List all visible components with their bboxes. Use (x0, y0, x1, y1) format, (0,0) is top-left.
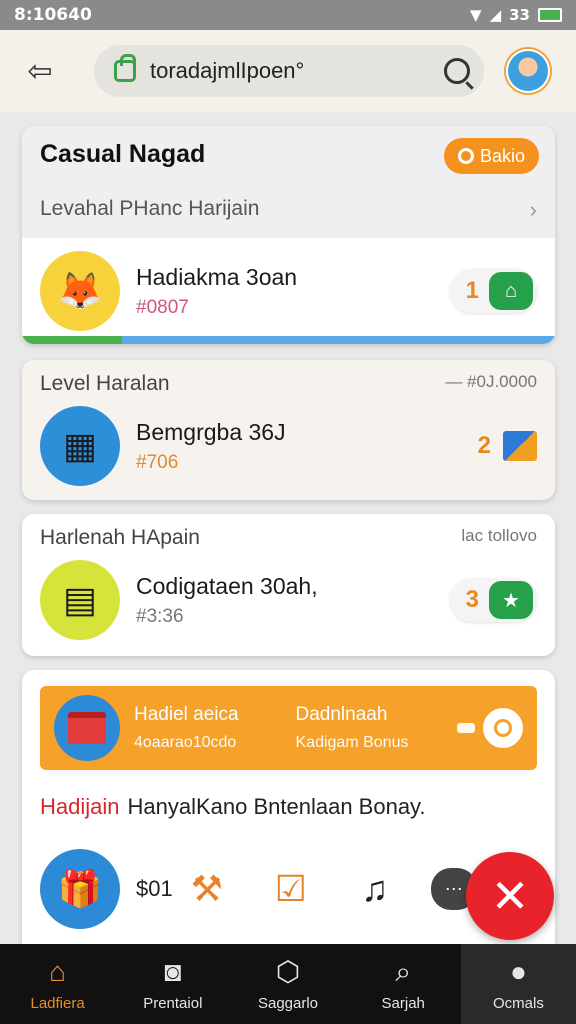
browser-toolbar: ⇦ toradajmlIpoen° (0, 30, 576, 112)
star-icon: ★ (489, 581, 533, 619)
status-time: 8:10640 (14, 5, 92, 25)
gift-box-icon[interactable]: 🎁 (40, 849, 120, 929)
close-icon: ✕ (490, 870, 530, 922)
item-subtitle: #706 (136, 451, 179, 473)
back-arrow-icon: ⇦ (27, 54, 53, 88)
item-title: Bemgrgba 36J (136, 418, 286, 445)
banner-left-title: Hadiel aeica (134, 704, 239, 725)
price-label: $01 (136, 876, 173, 901)
nav-item-search[interactable]: ⌕ Sarjah (346, 944, 461, 1024)
count-badge[interactable]: 2 (478, 431, 537, 461)
banner-left-sub: 4oaarao10cdo (134, 734, 237, 751)
nav-item-camera[interactable]: ◙ Prentaiol (115, 944, 230, 1024)
back-button[interactable]: ⇦ (18, 49, 62, 93)
nav-label: Prentaiol (143, 994, 203, 1012)
progress-strip (22, 336, 555, 344)
battery-level: 33 (509, 6, 530, 24)
box-icon: ▦ (40, 406, 120, 486)
bakio-label: Bakio (479, 145, 525, 166)
url-bar[interactable]: toradajmlIpoen° (94, 45, 484, 97)
wifi-icon: ▼ (470, 6, 482, 24)
nav-label: Saggarlo (257, 994, 319, 1012)
count-value: 2 (477, 432, 491, 459)
promo-highlight: Hadijain (40, 794, 120, 819)
bonus-banner[interactable]: Hadiel aeica 4oaarao10cdo Dadnlnaah Kadi… (40, 686, 537, 770)
level-card: Level Haralan — #0J.0000 ▦ Bemgrgba 36J … (22, 360, 555, 500)
promo-body: HanyalKano Bntenlaan Bonay. (127, 794, 426, 819)
harlenah-card: Harlenah HApain lac tollovo ▤ Codigataen… (22, 514, 555, 656)
search-icon: ⌕ (395, 955, 412, 987)
level-link[interactable]: Levahal PHanc Harijain › (40, 197, 537, 223)
level-link-label: Levahal PHanc Harijain (40, 197, 260, 220)
search-icon[interactable] (444, 58, 470, 84)
ticket-icon (457, 723, 475, 733)
fox-icon: 🦊 (40, 251, 120, 331)
nav-label: Ladfiera (30, 994, 85, 1012)
banner-right-sub: Kadigam Bonus (295, 734, 409, 751)
music-icon[interactable]: ♫ (347, 861, 403, 917)
list-item[interactable]: 🦊 Hadiakma 3oan #0807 1 ⌂ (22, 238, 555, 344)
count-badge[interactable]: 3 ★ (449, 578, 537, 622)
close-button[interactable]: ✕ (466, 852, 554, 940)
camera-icon: ◙ (164, 955, 182, 987)
section-title: Level Haralan (40, 372, 170, 395)
check-box-icon[interactable]: ☑ (263, 861, 319, 917)
item-subtitle: #3:36 (136, 605, 184, 627)
item-subtitle: #0807 (136, 296, 189, 318)
nav-item-tag[interactable]: ⬡ Saggarlo (230, 944, 345, 1024)
avatar[interactable] (506, 49, 550, 93)
battery-icon (538, 8, 562, 22)
chevron-right-icon: › (529, 197, 537, 222)
section-meta: — #0J.0000 (445, 372, 537, 391)
count-badge[interactable]: 1 ⌂ (449, 269, 537, 313)
count-value: 3 (465, 586, 479, 613)
casual-card: Casual Nagad Bakio Levahal PHanc Harijai… (22, 126, 555, 344)
lock-icon (114, 54, 136, 82)
section-title: Harlenah HApain (40, 526, 200, 549)
calendar-icon: ▤ (40, 560, 120, 640)
item-title: Codigataen 30ah, (136, 572, 318, 599)
refresh-icon (457, 148, 474, 164)
count-value: 1 (465, 277, 479, 304)
bottom-nav: ⌂ Ladfiera ◙ Prentaiol ⬡ Saggarlo ⌕ Sarj… (0, 944, 576, 1024)
lock-icon: ⌂ (489, 272, 533, 310)
flag-icon (503, 431, 537, 461)
gift-icon (54, 695, 120, 761)
banner-action-button[interactable] (483, 708, 523, 748)
nav-label: Sarjah (381, 994, 425, 1012)
card-header: Casual Nagad Bakio Levahal PHanc Harijai… (22, 126, 555, 238)
nav-label: Ocmals (492, 994, 544, 1012)
promo-text: Hadijain HanyalKano Bntenlaan Bonay. (40, 794, 426, 820)
section-meta: lac tollovo (461, 526, 537, 545)
nav-item-profile[interactable]: ● Ocmals (460, 944, 576, 1024)
list-item[interactable]: ▤ Codigataen 30ah, #3:36 3 ★ (22, 550, 555, 650)
signal-icon: ◢ (489, 6, 502, 24)
chat-icon (494, 719, 512, 737)
url-text: toradajmlIpoen° (150, 58, 305, 83)
bakio-button[interactable]: Bakio (443, 138, 539, 174)
item-title: Hadiakma 3oan (136, 263, 298, 290)
reward-icons: 🎁 $01 ⚒ ☑ ♫ ⋯ (40, 846, 537, 932)
tag-icon: ⬡ (275, 955, 301, 987)
nav-item-home[interactable]: ⌂ Ladfiera (0, 944, 115, 1024)
status-icons: ▼ ◢ 33 (470, 6, 562, 24)
profile-icon: ● (509, 955, 527, 987)
banner-right-title: Dadnlnaah (295, 704, 388, 725)
list-item[interactable]: ▦ Bemgrgba 36J #706 2 (22, 396, 555, 496)
status-bar: 8:10640 ▼ ◢ 33 (0, 0, 576, 30)
dumbbell-icon[interactable]: ⚒ (179, 861, 235, 917)
home-icon: ⌂ (49, 955, 67, 987)
